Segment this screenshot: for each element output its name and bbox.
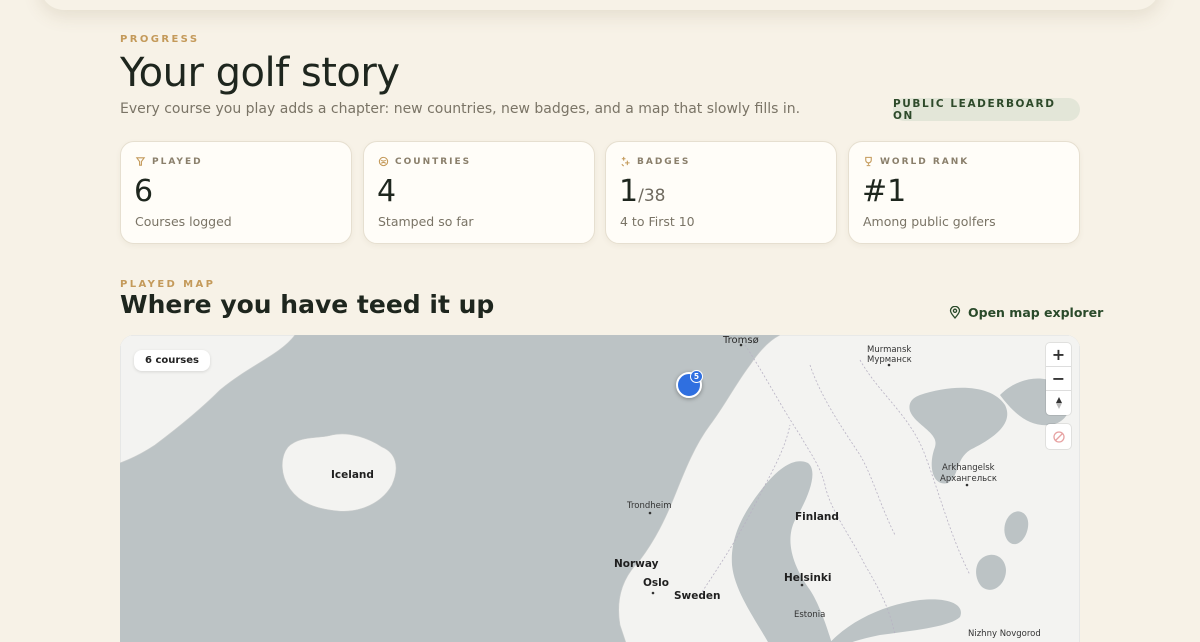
map-label-arkhangelsk-cyrillic: Архангельск [940, 474, 997, 484]
compass-icon [1055, 397, 1062, 409]
stat-card-badges: BADGES 1/38 4 to First 10 [605, 141, 837, 244]
open-map-explorer-label: Open map explorer [968, 305, 1104, 320]
sparkle-icon [621, 156, 630, 167]
map-extra-control-button[interactable] [1046, 424, 1071, 449]
map-zoom-controls: + − [1046, 343, 1071, 415]
map-label-estonia: Estonia [794, 610, 826, 620]
map-label-sweden: Sweden [674, 590, 721, 602]
stat-value: #1 [862, 174, 907, 209]
stat-description: Among public golfers [863, 214, 996, 229]
played-map[interactable]: Tromsø Murmansk Мурманск Iceland Arkhang… [120, 335, 1080, 642]
slash-circle-icon [1052, 430, 1065, 443]
map-label-nizhny-novgorod: Nizhny Novgorod [968, 629, 1041, 639]
top-header-panel [40, 0, 1160, 10]
stat-label: PLAYED [152, 156, 203, 167]
cluster-count-badge: 5 [690, 370, 703, 383]
stat-label: COUNTRIES [395, 156, 472, 167]
map-eyebrow: PLAYED MAP [120, 279, 216, 290]
map-label-murmansk: Murmansk [867, 345, 912, 355]
map-label-finland: Finland [795, 511, 839, 523]
map-pin-icon [949, 306, 961, 319]
trophy-icon [865, 156, 872, 167]
stat-description: Courses logged [135, 214, 232, 229]
badge-count: 1 [619, 174, 639, 209]
map-basemap [120, 335, 1080, 642]
page-subtitle: Every course you play adds a chapter: ne… [120, 101, 801, 117]
map-section-title: Where you have teed it up [120, 290, 495, 319]
stat-card-played: PLAYED 6 Courses logged [120, 141, 352, 244]
open-map-explorer-link[interactable]: Open map explorer [949, 305, 1103, 320]
stat-card-world-rank: WORLD RANK #1 Among public golfers [848, 141, 1080, 244]
progress-eyebrow: PROGRESS [120, 34, 200, 45]
map-label-oslo: Oslo [643, 577, 669, 589]
stat-label: BADGES [637, 156, 691, 167]
map-label-iceland: Iceland [331, 469, 374, 481]
globe-icon [378, 156, 389, 167]
map-label-helsinki: Helsinki [784, 572, 832, 584]
map-label-arkhangelsk: Arkhangelsk [942, 463, 995, 473]
map-label-tromso: Tromsø [723, 335, 759, 346]
zoom-out-button[interactable]: − [1046, 367, 1071, 391]
stat-description: Stamped so far [378, 214, 474, 229]
stat-value: 1/38 [619, 174, 665, 209]
stat-description: 4 to First 10 [620, 214, 695, 229]
golf-tee-icon [135, 157, 146, 166]
reset-north-button[interactable] [1046, 391, 1071, 415]
map-label-norway: Norway [614, 558, 659, 570]
stat-card-countries: COUNTRIES 4 Stamped so far [363, 141, 595, 244]
leaderboard-status-badge: PUBLIC LEADERBOARD ON [893, 98, 1080, 122]
zoom-in-button[interactable]: + [1046, 343, 1071, 367]
courses-count-badge: 6 courses [134, 350, 210, 371]
map-label-trondheim: Trondheim [627, 501, 672, 511]
badge-total: /38 [638, 186, 666, 206]
stat-label: WORLD RANK [880, 156, 970, 167]
stat-value: 6 [134, 174, 154, 209]
stat-value: 4 [377, 174, 397, 209]
page-title: Your golf story [120, 50, 400, 96]
map-label-murmansk-cyrillic: Мурманск [867, 355, 912, 365]
